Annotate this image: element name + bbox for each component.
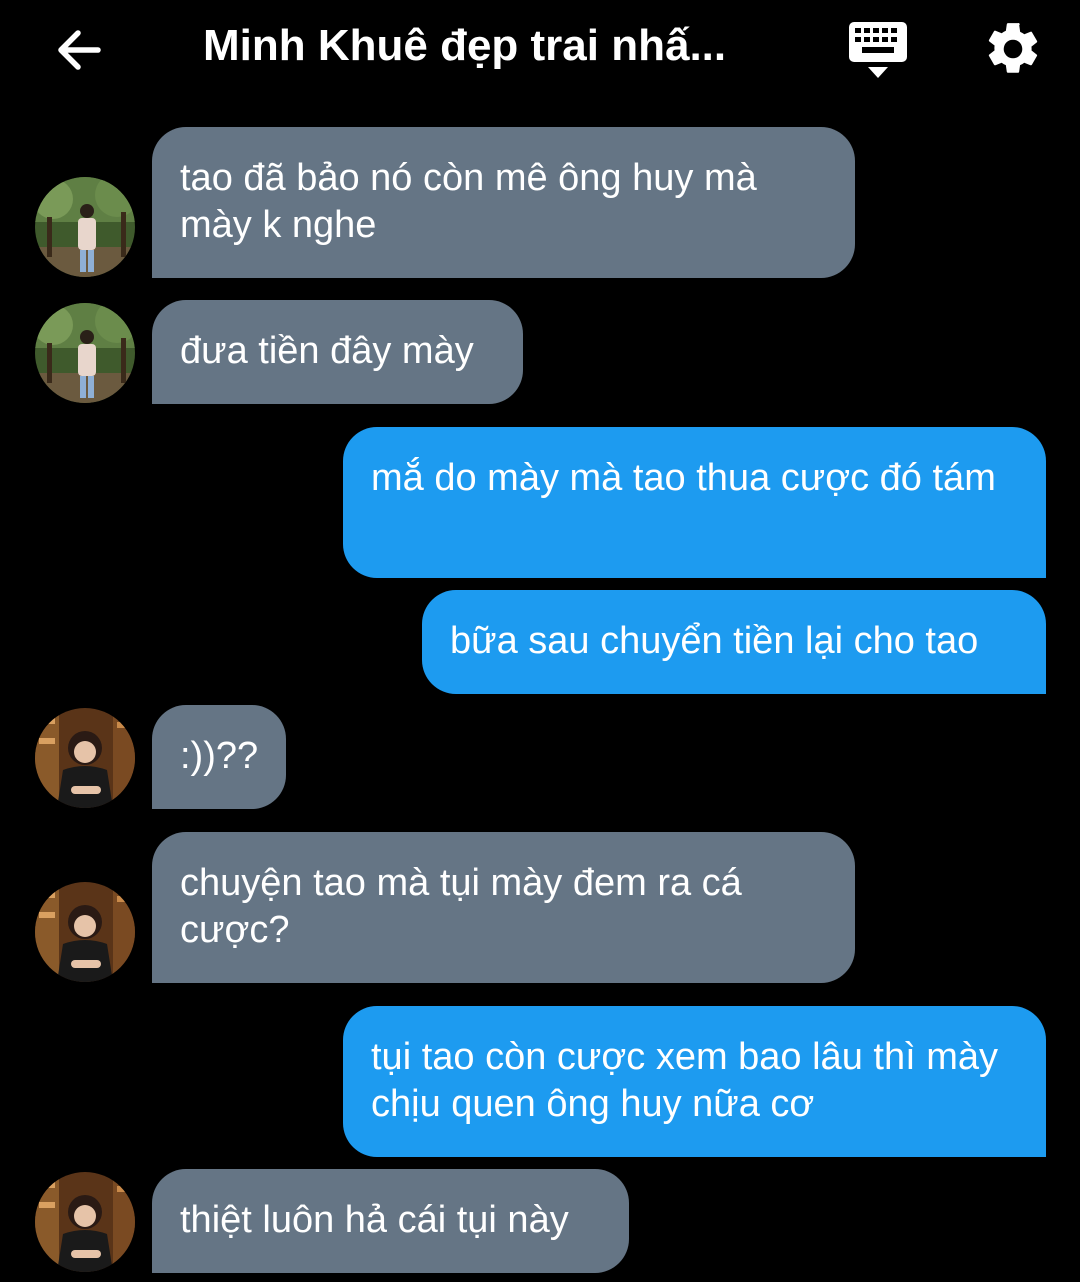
incoming-message-bubble[interactable]: tao đã bảo nó còn mê ông huy mà mày k ng… xyxy=(152,127,855,278)
avatar[interactable] xyxy=(35,177,135,277)
outgoing-message-bubble[interactable]: mắ do mày mà tao thua cược đó tám xyxy=(343,427,1046,578)
incoming-message-bubble[interactable]: :))?? xyxy=(152,705,286,809)
avatar[interactable] xyxy=(35,708,135,808)
incoming-message-bubble[interactable]: thiệt luôn hả cái tụi này xyxy=(152,1169,629,1273)
outgoing-message-bubble[interactable]: tụi tao còn cược xem bao lâu thì mày chị… xyxy=(343,1006,1046,1157)
outgoing-message-bubble[interactable]: bữa sau chuyển tiền lại cho tao xyxy=(422,590,1046,694)
avatar[interactable] xyxy=(35,303,135,403)
avatar[interactable] xyxy=(35,1172,135,1272)
avatar[interactable] xyxy=(35,882,135,982)
incoming-message-bubble[interactable]: chuyện tao mà tụi mày đem ra cá cược? xyxy=(152,832,855,983)
incoming-message-bubble[interactable]: đưa tiền đây mày xyxy=(152,300,523,404)
message-thread[interactable]: tao đã bảo nó còn mê ông huy mà mày k ng… xyxy=(0,0,1080,1282)
